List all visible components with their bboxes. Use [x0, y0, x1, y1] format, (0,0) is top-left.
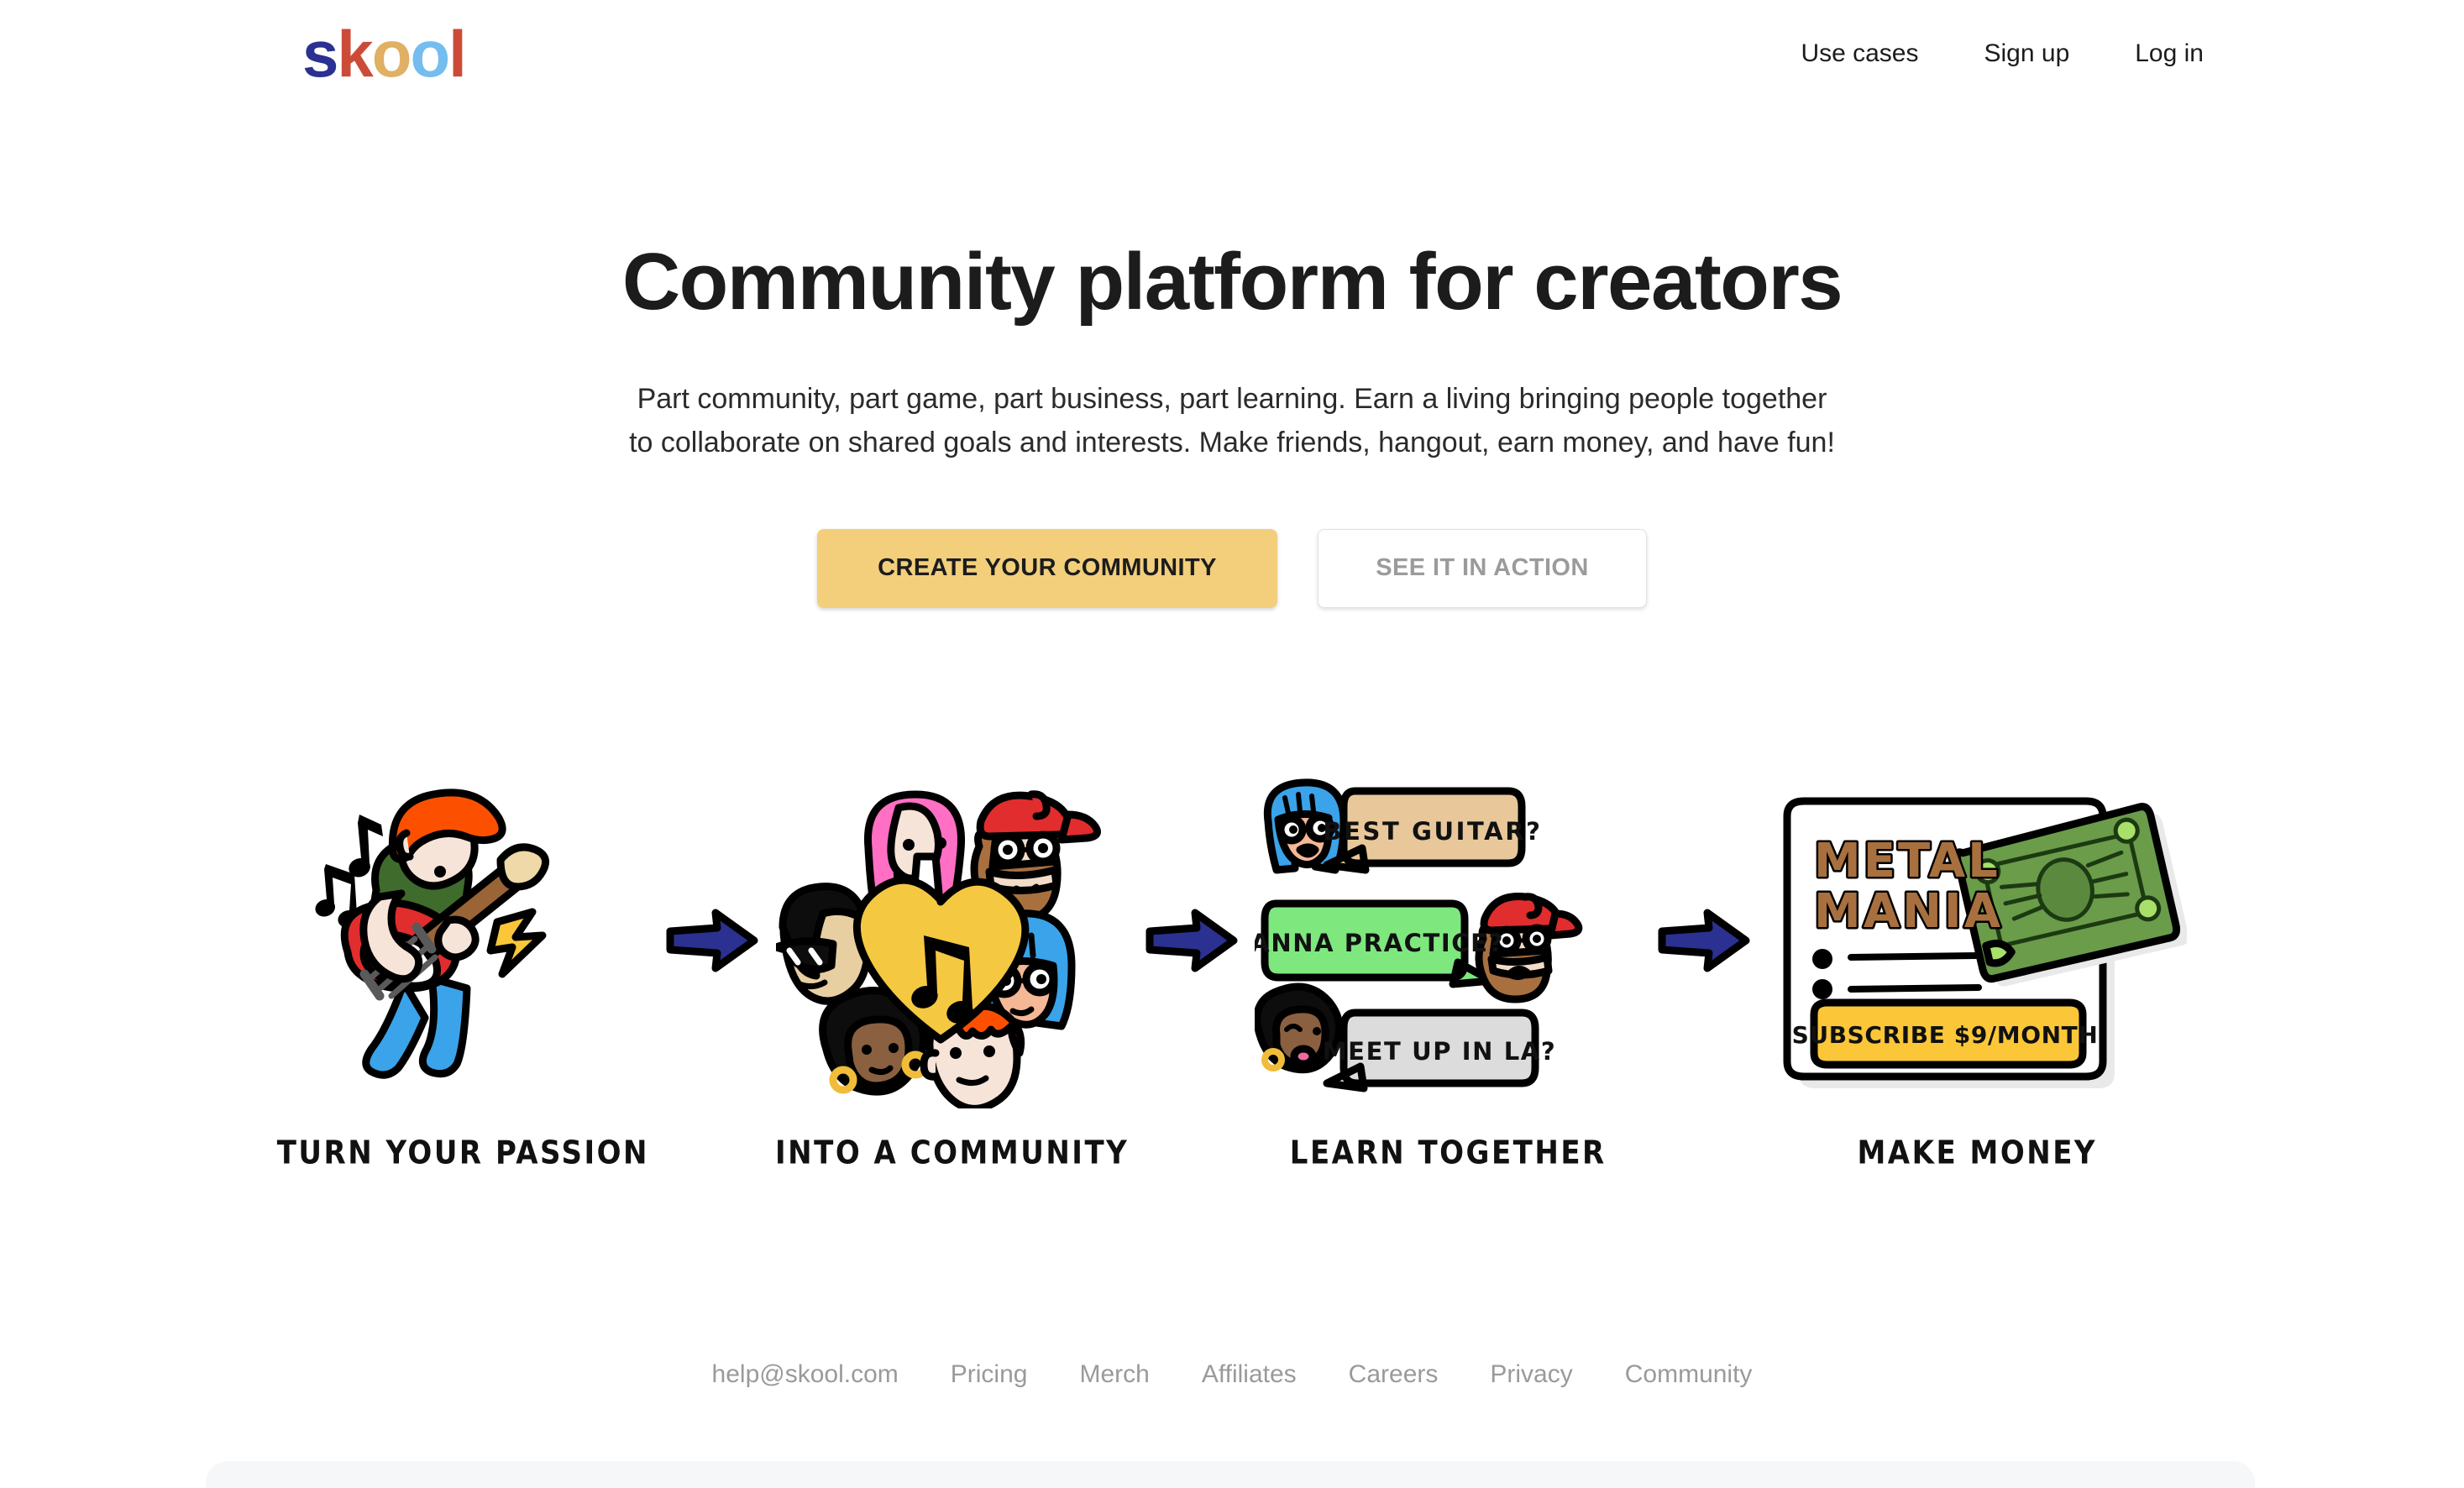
main-nav: Use cases Sign up Log in [1801, 39, 2346, 68]
step-caption-3: LEARN TOGETHER [1289, 1134, 1607, 1172]
community-illustration [775, 760, 1129, 1121]
site-footer: help@skool.com Pricing Merch Affiliates … [0, 1360, 2464, 1389]
step-caption-2: INTO A COMMUNITY [775, 1134, 1130, 1172]
logo-letter-o-first: o [371, 17, 412, 91]
avatar-sunglasses [775, 883, 872, 1005]
bottom-section-edge [206, 1461, 2255, 1488]
arrow-right-icon [666, 909, 758, 972]
arrow-cell-2 [1129, 760, 1255, 1121]
speech-bubble-text-3: MEET UP IN LA? [1323, 1037, 1557, 1066]
subscription-card-svg: METAL MANIA SUBSCRIBE $9/MONTH [1783, 797, 2188, 1088]
create-community-button[interactable]: CREATE YOUR COMMUNITY [817, 528, 1277, 608]
step-panel-4: METAL MANIA SUBSCRIBE $9/MONTH MAKE MONE… [1767, 760, 2188, 1172]
step-panel-2: INTO A COMMUNITY [775, 760, 1130, 1172]
chat-svg: BEST GUITAR? WANNA PRACTICE? MEET UP IN … [1255, 778, 1583, 1092]
footer-link-community[interactable]: Community [1625, 1360, 1753, 1389]
step-caption-4: MAKE MONEY [1857, 1134, 2098, 1172]
landing-page: skool Use cases Sign up Log in Community… [0, 0, 2464, 1488]
step-panel-3: BEST GUITAR? WANNA PRACTICE? MEET UP IN … [1255, 760, 1641, 1172]
arrow-right-icon [1658, 909, 1750, 972]
logo-letter-l: l [448, 17, 467, 91]
site-header: skool Use cases Sign up Log in [0, 0, 2464, 107]
hero-subtitle: Part community, part game, part business… [577, 377, 1887, 465]
skool-logo[interactable]: skool [302, 21, 467, 86]
footer-link-help-email[interactable]: help@skool.com [712, 1360, 899, 1389]
money-illustration: METAL MANIA SUBSCRIBE $9/MONTH [1767, 760, 2188, 1121]
step-panel-1: TURN YOUR PASSION [276, 760, 650, 1172]
nav-use-cases[interactable]: Use cases [1801, 39, 1918, 68]
card-title-line-2: MANIA [1814, 884, 2003, 939]
hero-subtitle-line-1: Part community, part game, part business… [637, 382, 1827, 415]
see-it-in-action-button[interactable]: SEE IT IN ACTION [1318, 528, 1647, 608]
nav-sign-up[interactable]: Sign up [1984, 39, 2070, 68]
chat-illustration: BEST GUITAR? WANNA PRACTICE? MEET UP IN … [1255, 760, 1641, 1121]
guitarist-illustration [299, 760, 626, 1121]
community-svg [775, 790, 1101, 1108]
card-title-line-1: METAL [1814, 834, 2000, 888]
nav-log-in[interactable]: Log in [2135, 39, 2204, 68]
footer-link-careers[interactable]: Careers [1349, 1360, 1439, 1389]
arrow-cell-1 [649, 760, 775, 1121]
footer-link-privacy[interactable]: Privacy [1490, 1360, 1572, 1389]
hero-section: Community platform for creators Part com… [0, 107, 2464, 608]
subscribe-button-label: SUBSCRIBE $9/MONTH [1792, 1021, 2099, 1049]
speech-bubble-text-1: BEST GUITAR? [1324, 817, 1543, 846]
hero-subtitle-line-2: to collaborate on shared goals and inter… [629, 427, 1835, 459]
cta-row: CREATE YOUR COMMUNITY SEE IT IN ACTION [0, 528, 2464, 608]
step-caption-1: TURN YOUR PASSION [276, 1134, 650, 1172]
logo-letter-k: k [337, 17, 373, 91]
footer-link-merch[interactable]: Merch [1079, 1360, 1149, 1389]
how-it-works-strip: TURN YOUR PASSION INTO A COMMUNITY BEST … [0, 760, 2464, 1172]
page-title: Community platform for creators [621, 237, 1843, 327]
speech-bubble-text-2: WANNA PRACTICE? [1255, 929, 1504, 957]
footer-link-pricing[interactable]: Pricing [951, 1360, 1028, 1389]
logo-letter-s: s [302, 17, 338, 91]
arrow-right-icon [1145, 909, 1238, 972]
arrow-cell-3 [1641, 760, 1767, 1121]
guitarist-svg [315, 789, 550, 1079]
footer-link-affiliates[interactable]: Affiliates [1202, 1360, 1297, 1389]
logo-letter-o-second: o [410, 17, 450, 91]
